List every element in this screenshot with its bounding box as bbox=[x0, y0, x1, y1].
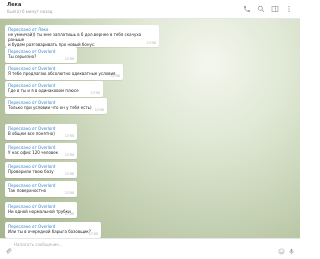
message-bubble[interactable]: Переслано от Overlord Я тебе предлагаю а… bbox=[5, 64, 123, 80]
chat-status: был(а) 6 минут назад bbox=[7, 9, 53, 14]
message-time: 17:50 bbox=[94, 108, 104, 112]
phone-icon[interactable] bbox=[242, 4, 252, 14]
chat-header: Лека был(а) 6 минут назад bbox=[0, 0, 300, 19]
message-text: Только при условии что он у тебя есть) bbox=[8, 105, 92, 110]
message-text: Или ты в очередной барыга базовщик? bbox=[8, 229, 91, 234]
message-bubble[interactable]: Переслано от Overlord Только при условии… bbox=[5, 98, 107, 114]
message-bubble[interactable]: Переслано от Overlord Или ты в очередной… bbox=[5, 222, 101, 238]
message-bubble[interactable]: Переслано от Overlord У нас офис 120 чел… bbox=[5, 143, 77, 159]
message-time: 17:50 bbox=[64, 191, 74, 195]
message-bubble[interactable]: Переслано от Overlord В общем все понятн… bbox=[5, 124, 77, 140]
message-bubble[interactable]: Переслано от Overlord Ни одной нормально… bbox=[5, 202, 77, 218]
message-list[interactable]: Переслано от Лека не умничай)) ты мне за… bbox=[0, 19, 300, 238]
search-icon[interactable] bbox=[256, 4, 266, 14]
sidebar-icon[interactable] bbox=[270, 4, 280, 14]
message-text: Я тебе предлагаю абсолютно адекватные ус… bbox=[8, 71, 116, 76]
header-actions bbox=[242, 4, 294, 14]
message-bubble[interactable]: Переслано от Overlord Так поверхностно 1… bbox=[5, 181, 77, 197]
message-time: 17:50 bbox=[64, 153, 74, 157]
message-input[interactable]: Написать сообщение... bbox=[14, 242, 63, 247]
mic-icon[interactable] bbox=[288, 240, 296, 255]
attach-icon[interactable] bbox=[5, 240, 13, 254]
message-time: 17:50 bbox=[64, 134, 74, 138]
message-bubble[interactable]: Переслано от Overlord Проверили твою баз… bbox=[5, 162, 77, 178]
message-time: 17:50 bbox=[146, 41, 156, 45]
message-bubble[interactable]: Переслано от Overlord Ты серьезно? 17:50 bbox=[5, 47, 77, 63]
more-icon[interactable] bbox=[284, 4, 294, 14]
chat-title[interactable]: Лека bbox=[7, 2, 21, 8]
message-time: 17:50 bbox=[90, 91, 100, 95]
message-bubble[interactable]: Переслано от Overlord Где в ты и я в оди… bbox=[5, 81, 103, 97]
message-bubble[interactable]: Переслано от Лека не умничай)) ты мне за… bbox=[5, 25, 159, 47]
message-time: 17:50 bbox=[64, 172, 74, 176]
message-time: 17:50 bbox=[88, 232, 98, 236]
message-text: не умничай)) ты мне заплатишь в 6 дол.ве… bbox=[8, 32, 142, 42]
emoji-icon[interactable] bbox=[278, 240, 286, 255]
message-time: 17:50 bbox=[64, 57, 74, 61]
message-composer: Написать сообщение... bbox=[0, 238, 300, 255]
message-time: 17:50 bbox=[110, 74, 120, 78]
message-time: 17:50 bbox=[64, 212, 74, 216]
message-text: Где в ты и я в одинаковом плюсе bbox=[8, 88, 79, 93]
